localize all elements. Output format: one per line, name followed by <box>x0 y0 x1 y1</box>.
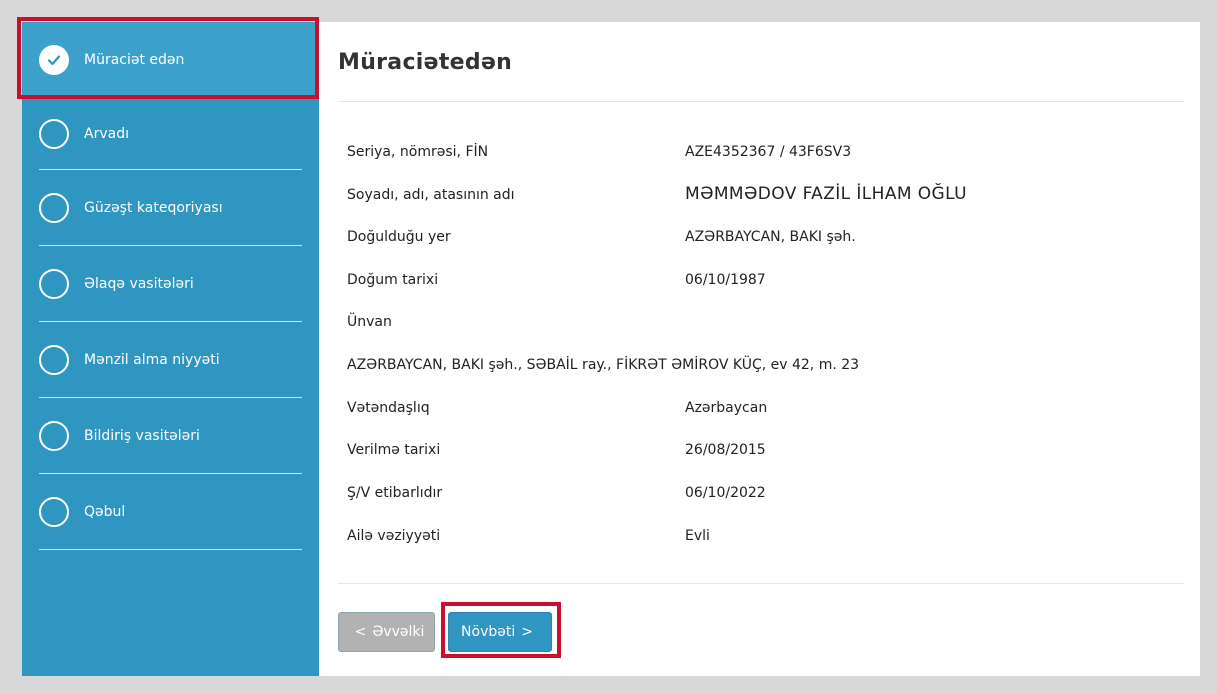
divider <box>338 101 1184 102</box>
sidebar-step-spouse[interactable]: Arvadı <box>22 97 319 170</box>
sidebar-step-housing-intent[interactable]: Mənzil alma niyyəti <box>22 322 319 398</box>
steps-sidebar: Müraciət edən Arvadı Güzəşt kateqoriyası… <box>22 22 319 676</box>
chevron-left-icon: < <box>354 624 367 640</box>
sidebar-step-label: Əlaqə vasitələri <box>84 276 194 292</box>
sidebar-step-acceptance[interactable]: Qəbul <box>22 474 319 550</box>
field-label: Doğum tarixi <box>347 272 439 288</box>
field-label: Ş/V etibarlıdır <box>347 485 443 501</box>
main-content: Müraciətedən Seriya, nömrəsi, FİN AZE435… <box>319 22 1200 676</box>
chevron-right-icon: > <box>521 624 533 640</box>
check-icon <box>39 44 69 75</box>
circle-icon <box>39 421 69 451</box>
field-label: Ünvan <box>347 314 392 330</box>
sidebar-step-label: Bildiriş vasitələri <box>84 428 200 444</box>
sidebar-step-label: Arvadı <box>84 125 129 142</box>
field-value: Azərbaycan <box>685 400 768 416</box>
divider <box>338 583 1184 584</box>
address-value: AZƏRBAYCAN, BAKI şəh., SƏBAİL ray., FİKR… <box>347 357 860 373</box>
field-label: Doğulduğu yer <box>347 229 451 245</box>
page-title: Müraciətedən <box>338 50 513 75</box>
field-label: Vətəndaşlıq <box>347 400 430 416</box>
field-label: Soyadı, adı, atasının adı <box>347 187 515 203</box>
circle-icon <box>39 497 69 527</box>
circle-icon <box>39 345 69 375</box>
sidebar-step-applicant[interactable]: Müraciət edən <box>22 22 319 97</box>
circle-icon <box>39 118 69 149</box>
field-value: AZE4352367 / 43F6SV3 <box>685 144 852 160</box>
field-value: 06/10/1987 <box>685 272 766 288</box>
circle-icon <box>39 193 69 223</box>
sidebar-step-label: Mənzil alma niyyəti <box>84 352 220 368</box>
next-button[interactable]: Növbəti > <box>448 612 552 652</box>
sidebar-step-contact-means[interactable]: Əlaqə vasitələri <box>22 246 319 322</box>
sidebar-step-label: Qəbul <box>84 504 126 520</box>
previous-button[interactable]: < Əvvəlki <box>338 612 435 652</box>
field-value: AZƏRBAYCAN, BAKI şəh. <box>685 229 856 245</box>
field-value: Evli <box>685 528 710 544</box>
sidebar-step-notification-means[interactable]: Bildiriş vasitələri <box>22 398 319 474</box>
sidebar-step-label: Müraciət edən <box>84 51 185 68</box>
field-label: Seriya, nömrəsi, FİN <box>347 144 489 160</box>
next-button-label: Növbəti <box>461 624 516 640</box>
circle-icon <box>39 269 69 299</box>
application-frame: Müraciət edən Arvadı Güzəşt kateqoriyası… <box>22 22 1200 676</box>
previous-button-label: Əvvəlki <box>372 624 425 640</box>
field-label: Verilmə tarixi <box>347 442 441 458</box>
field-value: 26/08/2015 <box>685 442 766 458</box>
field-label: Ailə vəziyyəti <box>347 528 441 544</box>
field-value: MƏMMƏDOV FAZİL İLHAM OĞLU <box>685 184 967 204</box>
sidebar-step-discount-category[interactable]: Güzəşt kateqoriyası <box>22 170 319 246</box>
field-value: 06/10/2022 <box>685 485 766 501</box>
sidebar-step-label: Güzəşt kateqoriyası <box>84 200 223 216</box>
